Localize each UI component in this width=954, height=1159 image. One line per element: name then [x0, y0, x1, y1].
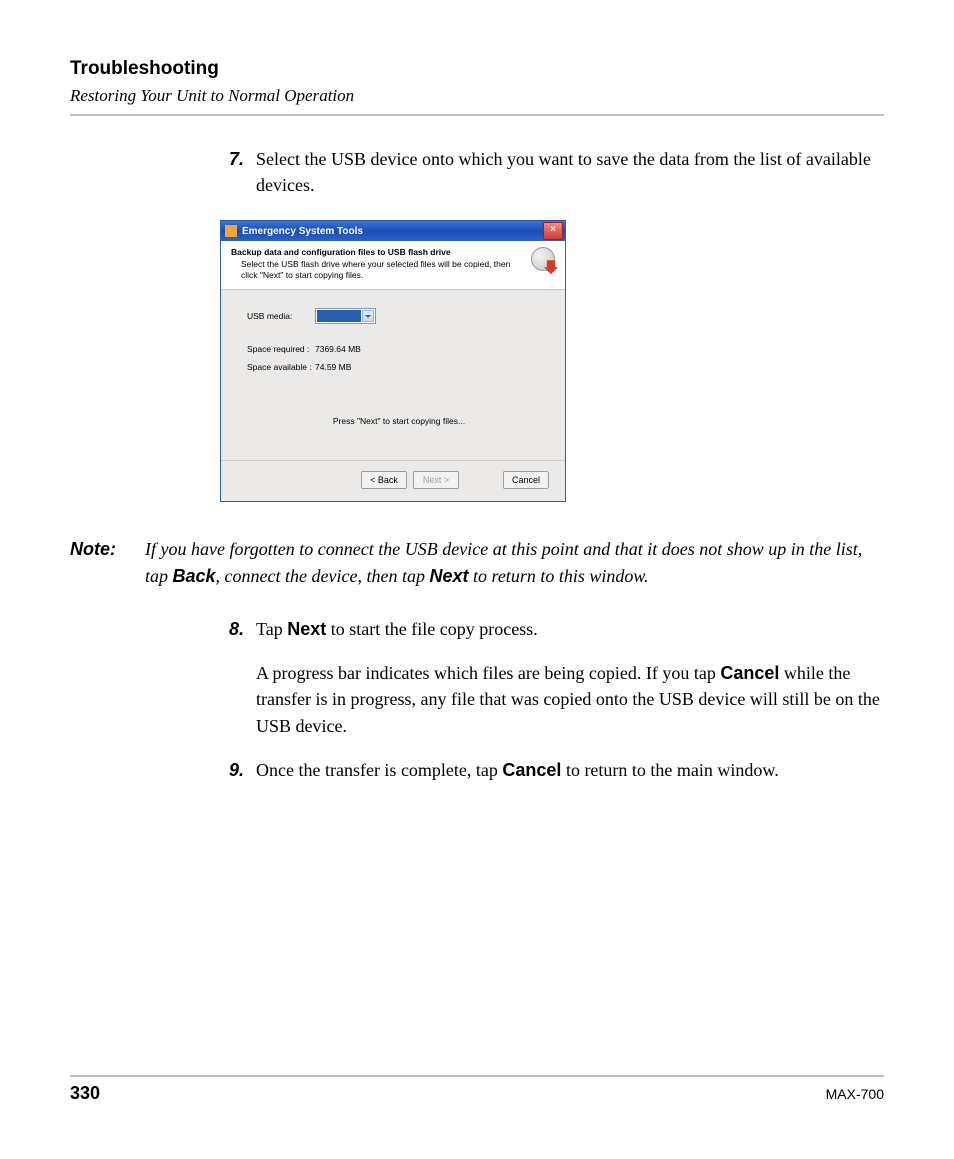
usb-media-selection [317, 310, 361, 322]
step-8-number: 8. [220, 616, 256, 738]
section-title: Troubleshooting [70, 58, 884, 80]
note-bold-back: Back [173, 566, 216, 586]
note-text-2: , connect the device, then tap [216, 566, 430, 586]
cancel-button[interactable]: Cancel [503, 471, 549, 489]
step-8-line1-a: Tap [256, 619, 287, 639]
page: Troubleshooting Restoring Your Unit to N… [0, 0, 954, 1159]
step-7: 7. Select the USB device onto which you … [220, 146, 884, 198]
footer-divider [70, 1075, 884, 1077]
step-9: 9. Once the transfer is complete, tap Ca… [220, 757, 884, 783]
space-available-label: Space available : [247, 362, 315, 372]
next-button[interactable]: Next > [413, 471, 459, 489]
step-9-body: Once the transfer is complete, tap Cance… [256, 757, 884, 783]
step-8-line1-c: to start the file copy process. [326, 619, 537, 639]
note-label: Note: [70, 536, 145, 590]
step-7-number: 7. [220, 146, 256, 198]
step-9-text-c: to return to the main window. [561, 760, 778, 780]
note-text-3: to return to this window. [468, 566, 648, 586]
backup-disc-icon [531, 247, 557, 273]
space-required-row: Space required : 7369.64 MB [247, 344, 551, 354]
note-body: If you have forgotten to connect the USB… [145, 536, 884, 590]
note-block: Note: If you have forgotten to connect t… [70, 536, 884, 590]
dialog-hint: Press "Next" to start copying files... [247, 416, 551, 426]
embedded-dialog-figure: Emergency System Tools × Backup data and… [220, 220, 884, 502]
dialog-header-text: Backup data and configuration files to U… [231, 247, 525, 281]
dialog-header: Backup data and configuration files to U… [221, 241, 565, 290]
dialog-titlebar: Emergency System Tools × [221, 221, 565, 241]
space-available-row: Space available : 74.59 MB [247, 362, 551, 372]
step-8-bold-cancel: Cancel [720, 663, 779, 683]
space-required-value: 7369.64 MB [315, 344, 361, 354]
section-subtitle: Restoring Your Unit to Normal Operation [70, 86, 884, 106]
dialog-button-row: < Back Next > Cancel [221, 461, 565, 501]
chevron-down-icon [365, 315, 371, 318]
page-number: 330 [70, 1083, 100, 1104]
app-icon [225, 225, 237, 237]
dropdown-button[interactable] [362, 310, 374, 322]
usb-media-label: USB media: [247, 311, 315, 321]
step-9-number: 9. [220, 757, 256, 783]
dialog-heading: Backup data and configuration files to U… [231, 247, 525, 257]
usb-media-dropdown[interactable] [315, 308, 376, 324]
step-7-text: Select the USB device onto which you wan… [256, 146, 884, 198]
note-bold-next: Next [429, 566, 468, 586]
page-footer: 330 MAX-700 [70, 1075, 884, 1104]
step-8-bold-next: Next [287, 619, 326, 639]
product-model: MAX-700 [826, 1086, 884, 1102]
header-divider [70, 114, 884, 116]
dialog-window: Emergency System Tools × Backup data and… [220, 220, 566, 502]
dialog-description: Select the USB flash drive where your se… [231, 259, 525, 281]
back-button[interactable]: < Back [361, 471, 407, 489]
close-button[interactable]: × [543, 222, 563, 240]
step-9-bold-cancel: Cancel [502, 760, 561, 780]
step-8-body: Tap Next to start the file copy process.… [256, 616, 884, 738]
step-8-line2-a: A progress bar indicates which files are… [256, 663, 720, 683]
dialog-body: USB media: Space required : 7369.64 MB S… [221, 290, 565, 460]
space-required-label: Space required : [247, 344, 315, 354]
usb-media-row: USB media: [247, 308, 551, 324]
step-9-text-a: Once the transfer is complete, tap [256, 760, 502, 780]
space-available-value: 74.59 MB [315, 362, 351, 372]
step-8: 8. Tap Next to start the file copy proce… [220, 616, 884, 738]
dialog-title: Emergency System Tools [242, 226, 543, 237]
